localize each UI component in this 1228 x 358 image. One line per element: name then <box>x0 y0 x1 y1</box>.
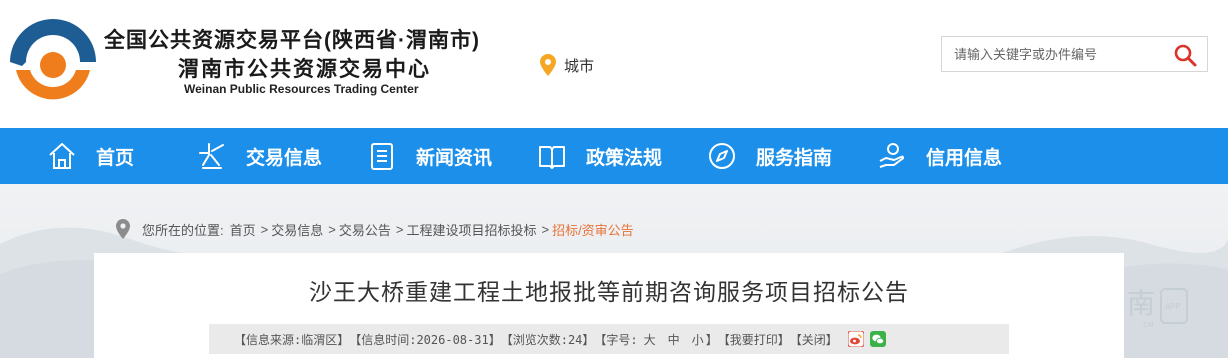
article-meta-bar: 【信息来源:临渭区】 【信息时间:2026-08-31】 【浏览次数:24】 【… <box>209 324 1009 354</box>
nav-label: 交易信息 <box>246 147 323 169</box>
meta-time: 【信息时间:2026-08-31】 <box>349 332 501 347</box>
nav-label: 首页 <box>96 147 135 169</box>
breadcrumb-separator: > <box>541 221 550 237</box>
hand-coin-icon <box>876 140 908 172</box>
nav-item-policy[interactable]: 政策法规 <box>536 128 706 184</box>
print-button[interactable]: 【我要打印】 <box>718 331 790 348</box>
city-label: 城市 <box>564 57 595 75</box>
nav-label: 信用信息 <box>926 147 1003 169</box>
nav-label: 政策法规 <box>586 147 663 169</box>
nav-label: 服务指南 <box>756 147 833 169</box>
location-pin-icon <box>116 219 130 239</box>
weinan-logo-icon[interactable] <box>6 18 100 106</box>
nav-item-credit-info[interactable]: 信用信息 <box>876 128 1046 184</box>
article-title: 沙王大桥重建工程土地报批等前期咨询服务项目招标公告 <box>309 279 909 305</box>
city-selector[interactable]: 城市 <box>540 54 594 76</box>
nav-item-service-guide[interactable]: 服务指南 <box>706 128 876 184</box>
svg-text:南: 南 <box>1127 287 1155 320</box>
site-header: 全国公共资源交易平台(陕西省·渭南市) 渭南市公共资源交易中心 Weinan P… <box>0 0 1228 128</box>
nav-label: 新闻资讯 <box>416 147 493 169</box>
app-watermark-icon: 南 APP .CN <box>1127 287 1188 329</box>
search-input[interactable] <box>942 37 1162 71</box>
nav-item-home[interactable]: 首页 <box>46 128 196 184</box>
wechat-icon[interactable] <box>869 331 886 347</box>
breadcrumb-separator: > <box>328 221 336 237</box>
site-english-name: Weinan Public Resources Trading Center <box>184 82 419 96</box>
breadcrumb-label: 您所在的位置: <box>142 222 224 238</box>
main-nav: 首页 交易信息 新闻资讯 政策法规 服务指南 信用信息 <box>0 128 1228 184</box>
breadcrumb-current[interactable]: 招标/资审公告 <box>552 220 634 239</box>
breadcrumb-trading-info[interactable]: 交易信息 <box>271 220 323 239</box>
close-button[interactable]: 【关闭】 <box>790 331 838 348</box>
site-title: 全国公共资源交易平台(陕西省·渭南市) <box>104 29 480 52</box>
font-size-small-button[interactable]: 小 <box>692 331 704 348</box>
breadcrumb-separator: > <box>395 221 404 237</box>
breadcrumb-trading-notice[interactable]: 交易公告 <box>339 220 391 239</box>
breadcrumb-home[interactable]: 首页 <box>230 220 256 239</box>
svg-text:.CN: .CN <box>1141 321 1153 329</box>
svg-text:APP: APP <box>1165 302 1180 311</box>
breadcrumb: 您所在的位置: 首页 > 交易信息 > 交易公告 > 工程建设项目招标投标 > … <box>116 219 634 239</box>
sparkle-icon <box>196 140 228 172</box>
meta-views: 【浏览次数:24】 <box>500 332 595 347</box>
compass-icon <box>706 140 738 172</box>
search-box <box>941 36 1208 72</box>
open-book-icon <box>536 140 568 172</box>
article-card: 沙王大桥重建工程土地报批等前期咨询服务项目招标公告 【信息来源:临渭区】 【信息… <box>94 253 1124 358</box>
magnifier-icon[interactable] <box>1173 43 1197 67</box>
home-icon <box>46 140 78 172</box>
site-subtitle: 渭南市公共资源交易中心 <box>178 58 431 81</box>
font-size-large-button[interactable]: 大 <box>644 331 656 348</box>
breadcrumb-separator: > <box>260 221 269 237</box>
document-list-icon <box>366 140 398 172</box>
nav-item-news[interactable]: 新闻资讯 <box>366 128 536 184</box>
meta-source: 【信息来源:临渭区】 <box>234 332 350 347</box>
meta-font-label: 【字号: <box>594 332 638 347</box>
weibo-icon[interactable] <box>847 331 864 347</box>
nav-item-trading-info[interactable]: 交易信息 <box>196 128 366 184</box>
breadcrumb-engineering-bidding[interactable]: 工程建设项目招标投标 <box>406 220 536 239</box>
map-pin-icon <box>540 54 556 76</box>
meta-font-end: 】 <box>705 332 718 347</box>
font-size-medium-button[interactable]: 中 <box>668 331 680 348</box>
